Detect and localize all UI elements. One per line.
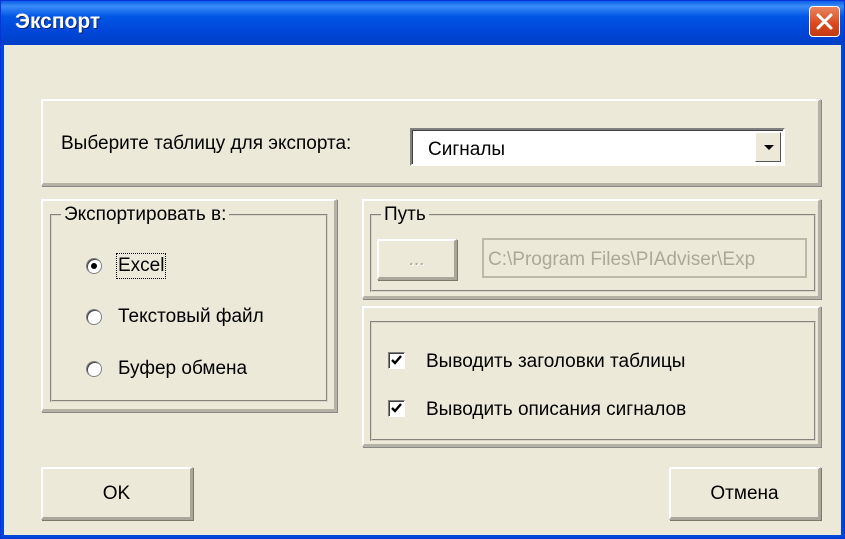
- window-title: Экспорт: [15, 10, 101, 33]
- checkbox-signal-descriptions-label[interactable]: Выводить описания сигналов: [426, 399, 686, 421]
- checkbox-table-headers[interactable]: [388, 352, 405, 369]
- path-legend: Путь: [381, 204, 429, 226]
- checkbox-table-headers-label[interactable]: Выводить заголовки таблицы: [426, 351, 685, 373]
- radio-excel-label[interactable]: Excel: [115, 253, 167, 279]
- table-select-value: Сигналы: [428, 139, 506, 160]
- radio-excel[interactable]: [86, 258, 102, 274]
- table-select-dropdown[interactable]: Сигналы: [410, 128, 785, 166]
- close-button[interactable]: [809, 6, 840, 37]
- radio-text-file-label[interactable]: Текстовый файл: [118, 306, 264, 328]
- export-to-legend: Экспортировать в:: [61, 204, 230, 226]
- path-field[interactable]: C:\Program Files\PIAdviser\Exp: [482, 238, 807, 278]
- export-dialog: Экспорт Выберите таблицу для экспорта: С…: [0, 0, 845, 539]
- radio-clipboard-label[interactable]: Буфер обмена: [118, 358, 247, 380]
- chevron-down-icon: [764, 145, 774, 150]
- checkbox-signal-descriptions[interactable]: [388, 400, 405, 417]
- dropdown-arrow-button[interactable]: [755, 132, 781, 162]
- path-field-value: C:\Program Files\PIAdviser\Exp: [488, 249, 756, 270]
- checkmark-icon: [391, 355, 402, 365]
- cancel-button[interactable]: Отмена: [669, 467, 821, 520]
- options-group: [370, 321, 816, 441]
- close-icon: [816, 13, 833, 30]
- radio-clipboard[interactable]: [86, 361, 102, 377]
- radio-text-file[interactable]: [86, 309, 102, 325]
- browse-button[interactable]: ...: [377, 239, 457, 280]
- checkmark-icon: [391, 403, 402, 413]
- title-bar[interactable]: Экспорт: [1, 1, 844, 45]
- ok-button[interactable]: OK: [41, 467, 193, 520]
- table-select-label: Выберите таблицу для экспорта:: [61, 133, 352, 154]
